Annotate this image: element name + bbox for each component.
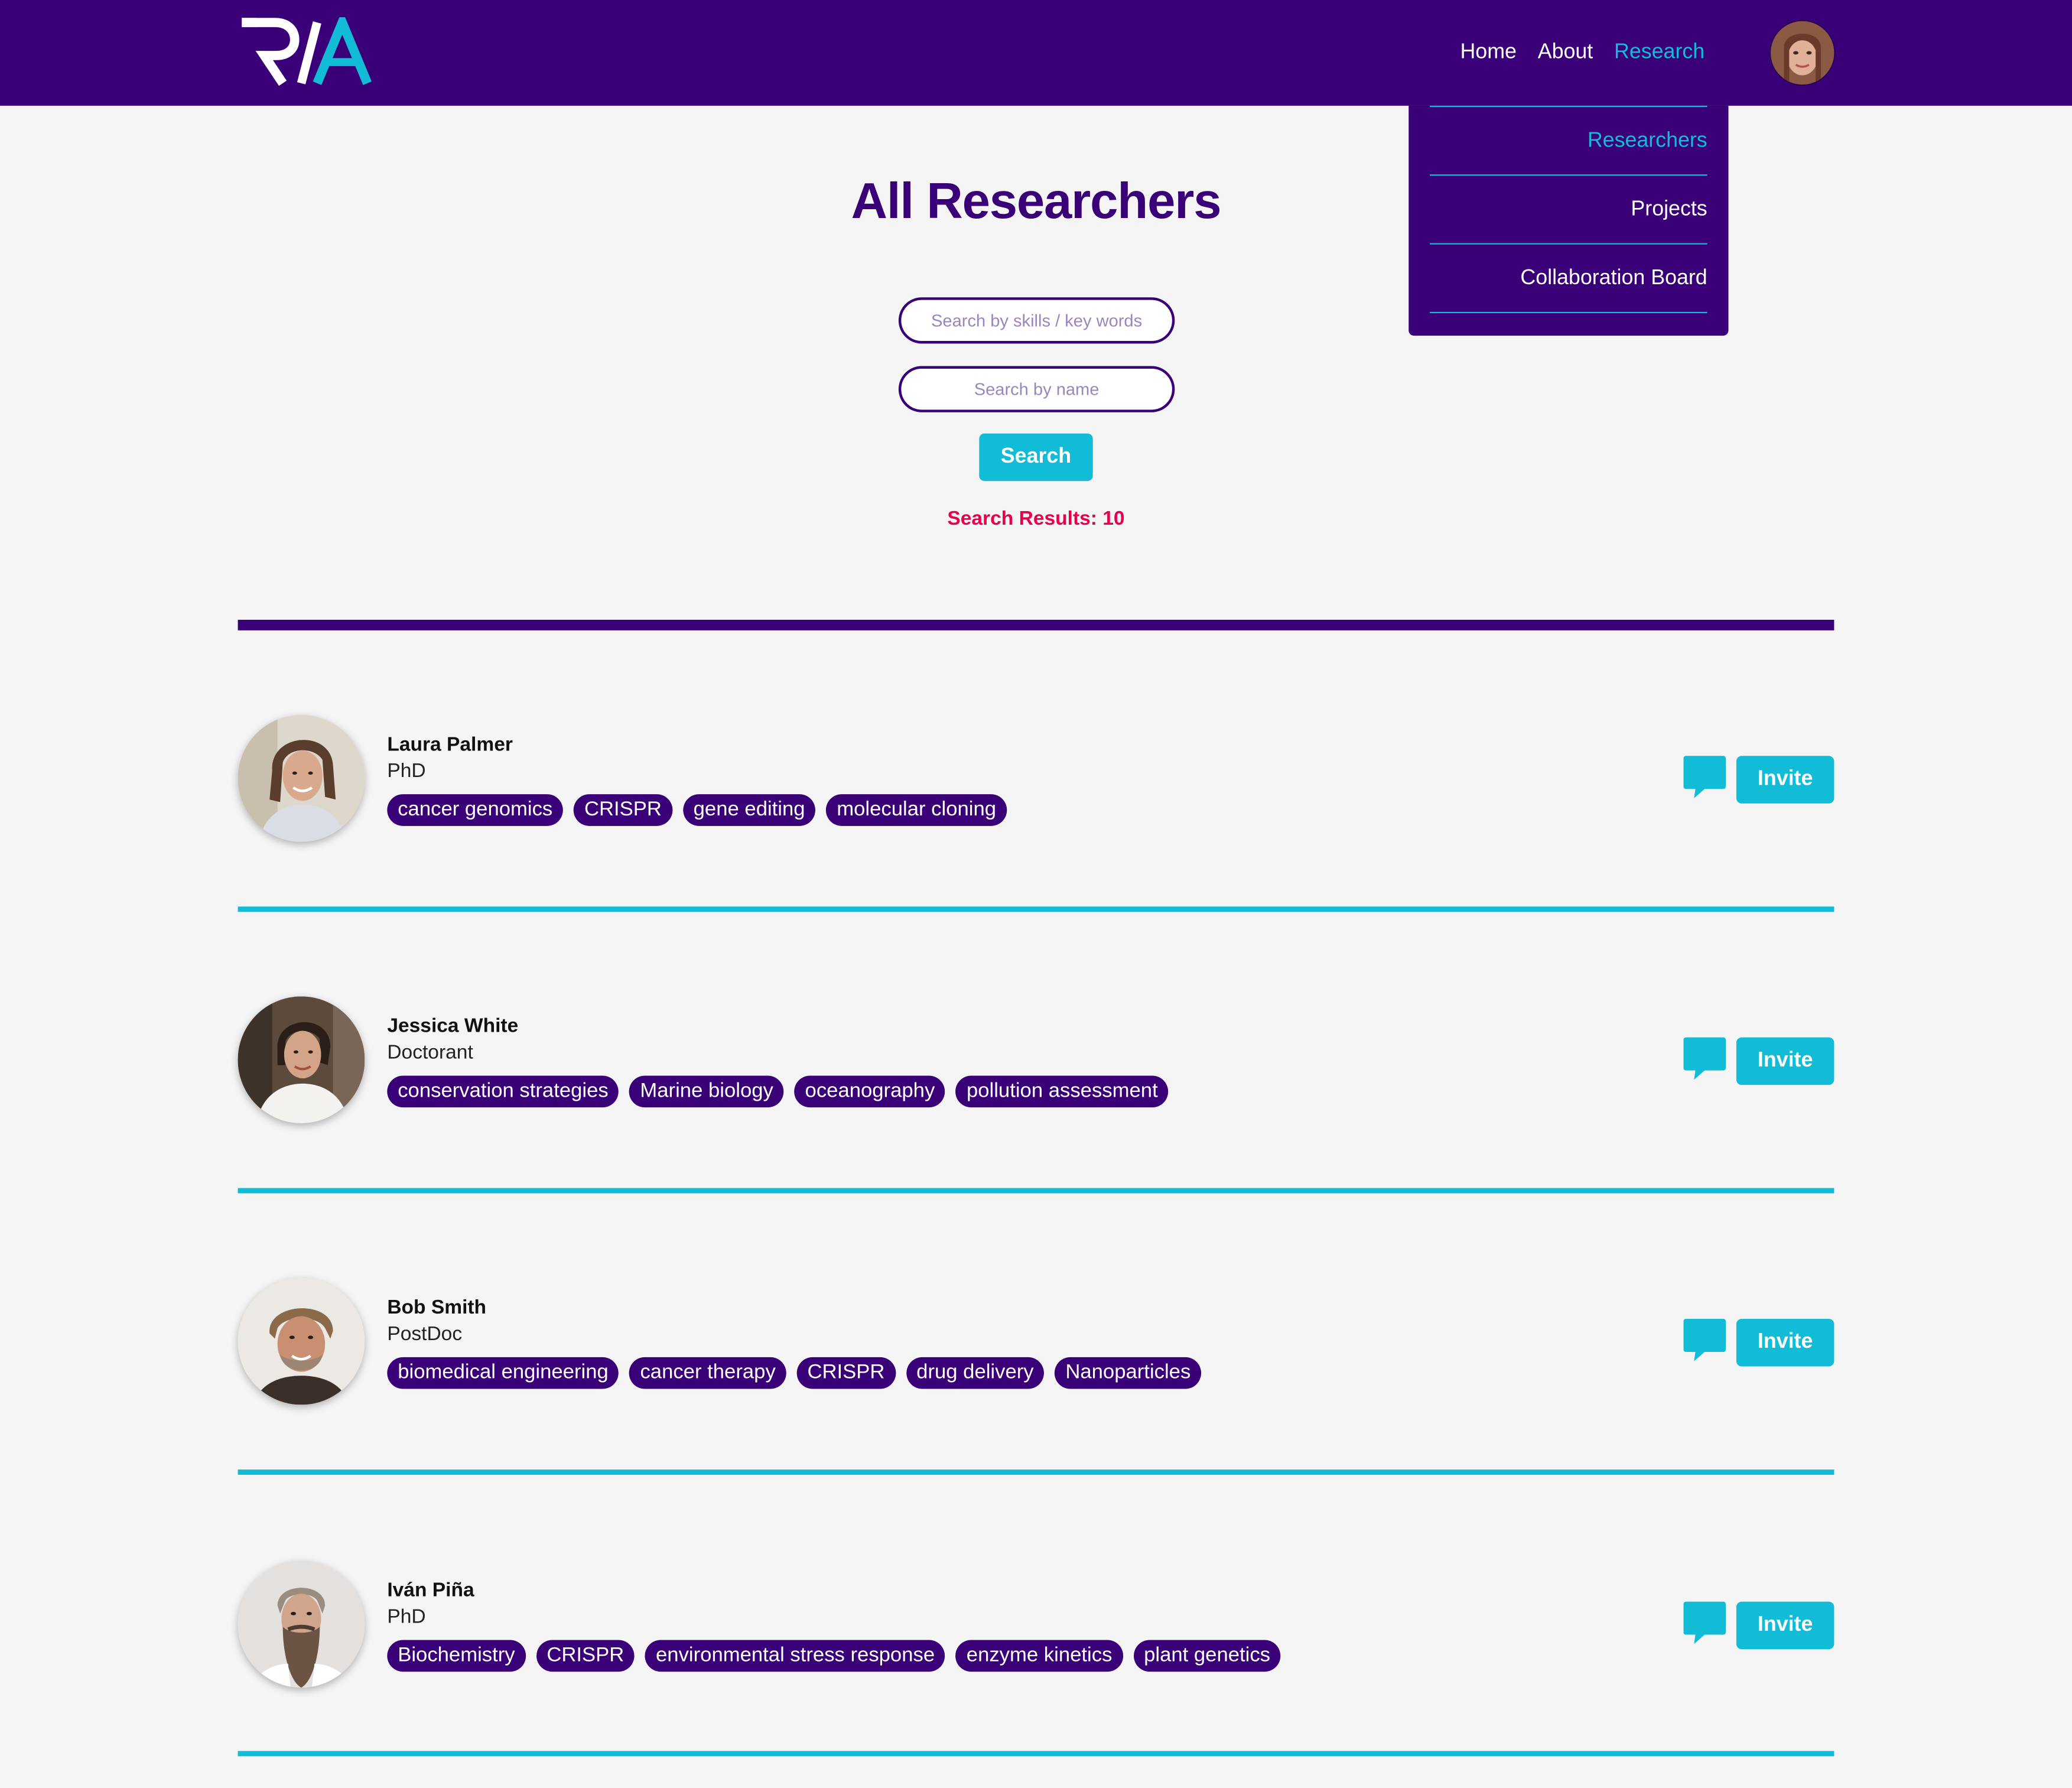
researcher-row: Jessica White Doctorant conservation str… — [238, 996, 1834, 1129]
researcher-photo[interactable] — [238, 1561, 365, 1688]
researcher-row: Bob Smith PostDoc biomedical engineering… — [238, 1277, 1834, 1410]
skill-tag[interactable]: CRISPR — [536, 1640, 635, 1672]
skill-tag[interactable]: biomedical engineering — [387, 1357, 619, 1389]
researcher-name[interactable]: Bob Smith — [387, 1296, 486, 1319]
portrait-icon — [238, 1561, 365, 1688]
researcher-row: Laura Palmer PhD cancer genomics CRISPR … — [238, 714, 1834, 847]
top-navbar: Home About Research — [0, 0, 2072, 106]
dropdown-divider — [1430, 105, 1707, 108]
search-button[interactable]: Search — [979, 433, 1093, 482]
researcher-photo[interactable] — [238, 1277, 365, 1405]
researcher-photo[interactable] — [238, 996, 365, 1124]
researcher-degree: PhD — [387, 759, 426, 783]
skill-tag[interactable]: CRISPR — [574, 794, 672, 826]
chat-bubble-icon[interactable] — [1683, 1318, 1726, 1363]
skill-tag[interactable]: Biochemistry — [387, 1640, 526, 1672]
skill-tag[interactable]: Nanoparticles — [1055, 1357, 1202, 1389]
name-search-input[interactable] — [898, 366, 1175, 412]
page-title: All Researchers — [851, 174, 1222, 230]
dropdown-divider — [1430, 311, 1707, 314]
avatar-portrait-icon — [1771, 21, 1834, 85]
researcher-degree: PostDoc — [387, 1322, 463, 1345]
skill-tags: biomedical engineering cancer therapy CR… — [387, 1357, 1202, 1389]
invite-button[interactable]: Invite — [1736, 1601, 1834, 1650]
skill-tag[interactable]: cancer genomics — [387, 794, 564, 826]
portrait-icon — [238, 1277, 365, 1405]
skill-tag[interactable]: molecular cloning — [826, 794, 1007, 826]
researcher-degree: PhD — [387, 1605, 426, 1628]
user-avatar[interactable] — [1771, 21, 1834, 85]
skills-search-input[interactable] — [898, 297, 1175, 344]
row-divider — [238, 906, 1834, 912]
dropdown-divider — [1430, 243, 1707, 245]
portrait-icon — [238, 996, 365, 1124]
results-divider — [238, 619, 1834, 630]
researcher-degree: Doctorant — [387, 1041, 473, 1064]
skill-tag[interactable]: drug delivery — [906, 1357, 1045, 1389]
row-divider — [238, 1469, 1834, 1475]
invite-button[interactable]: Invite — [1736, 1037, 1834, 1085]
nav-home[interactable]: Home — [1460, 41, 1516, 64]
skill-tags: cancer genomics CRISPR gene editing mole… — [387, 794, 1007, 826]
main-nav: Home About Research — [1460, 41, 1705, 64]
skill-tag[interactable]: gene editing — [682, 794, 816, 826]
skill-tag[interactable]: enzyme kinetics — [955, 1640, 1123, 1672]
skill-tag[interactable]: conservation strategies — [387, 1075, 619, 1108]
skill-tag[interactable]: pollution assessment — [956, 1075, 1169, 1108]
chat-bubble-icon[interactable] — [1683, 1600, 1726, 1645]
researcher-name[interactable]: Jessica White — [387, 1015, 518, 1038]
portrait-icon — [238, 714, 365, 842]
chat-bubble-icon[interactable] — [1683, 755, 1726, 799]
skill-tag[interactable]: CRISPR — [796, 1357, 896, 1389]
researcher-photo[interactable] — [238, 714, 365, 842]
invite-button[interactable]: Invite — [1736, 756, 1834, 804]
nav-research[interactable]: Research — [1614, 41, 1705, 64]
skill-tag[interactable]: oceanography — [794, 1075, 946, 1108]
dropdown-item-researchers[interactable]: Researchers — [1588, 129, 1707, 153]
researcher-row: Iván Piña PhD Biochemistry CRISPR enviro… — [238, 1561, 1834, 1693]
skill-tag[interactable]: Marine biology — [629, 1075, 784, 1108]
search-results-count: Search Results: 10 — [947, 507, 1125, 530]
invite-button[interactable]: Invite — [1736, 1319, 1834, 1367]
skill-tag[interactable]: plant genetics — [1133, 1640, 1281, 1672]
row-divider — [238, 1751, 1834, 1757]
chat-bubble-icon[interactable] — [1683, 1036, 1726, 1081]
dropdown-item-collaboration-board[interactable]: Collaboration Board — [1520, 267, 1707, 291]
row-divider — [238, 1188, 1834, 1194]
skill-tags: Biochemistry CRISPR environmental stress… — [387, 1640, 1281, 1672]
ra-logo[interactable] — [238, 17, 376, 89]
researcher-name[interactable]: Laura Palmer — [387, 733, 513, 756]
nav-about[interactable]: About — [1538, 41, 1593, 64]
skill-tag[interactable]: cancer therapy — [629, 1357, 786, 1389]
skill-tags: conservation strategies Marine biology o… — [387, 1075, 1169, 1108]
skill-tag[interactable]: environmental stress response — [645, 1640, 946, 1672]
researcher-name[interactable]: Iván Piña — [387, 1579, 474, 1602]
